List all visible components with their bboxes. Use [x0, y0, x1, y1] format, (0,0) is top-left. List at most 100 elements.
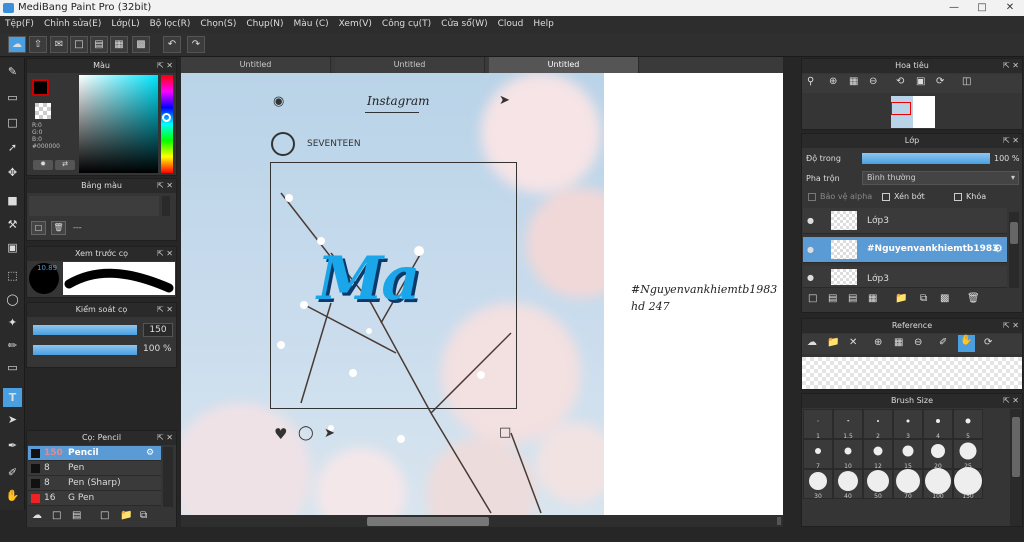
menu-cloud[interactable]: Cloud [498, 19, 524, 29]
palette-area[interactable] [29, 196, 159, 216]
layer-scrollbar[interactable] [1009, 212, 1019, 288]
brush-size-cell[interactable]: 5 [953, 409, 983, 440]
lasso-icon[interactable]: ◯ [3, 290, 22, 309]
panel-close-icon[interactable]: ⇱ ✕ [1003, 319, 1019, 333]
zoom-fit-icon[interactable]: ⚲ [807, 76, 814, 87]
reference-image-area[interactable] [802, 357, 1022, 389]
delete-palette-icon[interactable]: 🗑 [51, 221, 66, 235]
view-rectangle[interactable] [891, 102, 911, 115]
magic-wand-icon[interactable]: ✦ [3, 313, 22, 332]
brush-menu-icon[interactable]: ▤ [72, 510, 81, 521]
tab-untitled-1[interactable]: Untitled [181, 57, 331, 73]
minimize-icon[interactable]: — [940, 0, 968, 16]
brush-copy-icon[interactable]: □ [100, 510, 109, 521]
panel-close-icon[interactable]: ⇱ ✕ [157, 303, 173, 317]
zoom-in-icon[interactable]: ⊕ [874, 337, 882, 348]
redo-icon[interactable]: ↷ [187, 36, 205, 53]
gear-icon[interactable]: ⚙ [146, 446, 154, 461]
eye-icon[interactable]: ● [807, 245, 814, 254]
zoom-in-icon[interactable]: ⊕ [829, 76, 837, 87]
brush-item-pen[interactable]: 8 Pen [28, 461, 161, 476]
brush-opacity-slider[interactable] [33, 345, 137, 355]
brush-size-cell[interactable]: 20 [923, 439, 953, 470]
lock-checkbox[interactable] [954, 193, 962, 201]
brush-size-slider[interactable] [33, 325, 137, 335]
hue-handle[interactable] [162, 113, 171, 122]
brush-size-cell[interactable]: 25 [953, 439, 983, 470]
menu-edit[interactable]: Chỉnh sửa(E) [44, 19, 101, 29]
merge-layer-icon[interactable]: ▩ [940, 293, 949, 304]
brush-size-cell[interactable]: 70 [893, 468, 923, 500]
layer-row-selected[interactable]: ● #Nguyenvankhiemtb1983 ⚙ [803, 237, 1007, 263]
layer-row[interactable]: ● Lớp3 [803, 208, 1007, 234]
menu-help[interactable]: Help [533, 19, 554, 29]
color-swap-icon[interactable]: ⇄ [55, 160, 75, 170]
document-icon[interactable]: ▤ [90, 36, 108, 53]
brush-size-cell[interactable]: 40 [833, 469, 863, 500]
scroll-thumb[interactable] [367, 517, 489, 526]
undo-icon[interactable]: ↶ [163, 36, 181, 53]
select-eraser-icon[interactable]: ▭ [3, 358, 22, 377]
grid-icon[interactable]: ▦ [110, 36, 128, 53]
clip-checkbox[interactable] [882, 193, 890, 201]
brush-size-cell[interactable]: 12 [863, 439, 893, 470]
rotate-icon[interactable]: ⟳ [984, 337, 992, 348]
new-halftone-layer-icon[interactable]: ▤ [828, 293, 837, 304]
maximize-icon[interactable]: □ [968, 0, 996, 16]
layer-row[interactable]: ● Lớp3 [803, 266, 1007, 288]
blend-mode-select[interactable]: Bình thường ▾ [862, 171, 1019, 185]
background-color-swatch[interactable] [35, 103, 51, 119]
eye-icon[interactable]: ● [807, 273, 814, 282]
brush-size-cell[interactable]: 50 [863, 469, 893, 500]
cloud-icon[interactable]: ☁ [8, 36, 26, 53]
move-tool-icon[interactable]: ✥ [3, 163, 22, 182]
hue-slider[interactable] [161, 75, 173, 173]
menu-tools[interactable]: Công cụ(T) [382, 19, 431, 29]
new-brush-icon[interactable]: □ [52, 510, 61, 521]
panel-close-icon[interactable]: ⇱ ✕ [157, 247, 173, 261]
new-file-icon[interactable]: □ [70, 36, 88, 53]
menu-select[interactable]: Chọn(S) [200, 19, 236, 29]
protect-alpha-checkbox[interactable] [808, 193, 816, 201]
brush-list-scrollbar[interactable] [163, 447, 173, 507]
brush-size-cell[interactable]: 7 [803, 439, 833, 470]
folder-icon[interactable]: 📁 [120, 510, 132, 521]
zoom-out-icon[interactable]: ⊖ [869, 76, 877, 87]
scroll-arrow[interactable] [777, 517, 781, 525]
brush-item-pen-sharp[interactable]: 8 Pen (Sharp) [28, 476, 161, 491]
horizontal-scrollbar[interactable] [181, 515, 783, 527]
panel-close-icon[interactable]: ⇱ ✕ [1003, 134, 1019, 148]
delete-layer-icon[interactable]: 🗑 [967, 293, 980, 304]
rotate-right-icon[interactable]: ⟳ [936, 76, 944, 87]
menu-color[interactable]: Màu (C) [294, 19, 329, 29]
foreground-color-swatch[interactable] [32, 79, 49, 96]
open-reference-icon[interactable]: 📁 [827, 337, 839, 348]
brush-size-scrollbar[interactable] [1010, 409, 1022, 526]
layers-icon[interactable]: ▩ [132, 36, 150, 53]
divide-tool-icon[interactable]: ✒ [3, 436, 22, 455]
brush-size-cell[interactable]: 100 [923, 467, 953, 500]
brush-size-cell[interactable]: 2 [863, 409, 893, 440]
cloud-download-icon[interactable]: ☁ [807, 337, 817, 348]
brush-size-cell[interactable]: 10 [833, 439, 863, 470]
zoom-actual-icon[interactable]: ▦ [849, 76, 858, 87]
tab-untitled-3[interactable]: Untitled [489, 57, 639, 73]
new-palette-icon[interactable]: □ [31, 221, 46, 235]
brush-size-cell[interactable]: 150 [953, 466, 983, 500]
upload-icon[interactable]: ⇧ [29, 36, 47, 53]
layer-opacity-slider[interactable] [862, 153, 990, 164]
brush-item-g-pen[interactable]: 16 G Pen [28, 491, 161, 506]
brush-size-cell[interactable]: 1 [803, 409, 833, 440]
fill-tool-icon[interactable]: ⚒ [3, 215, 22, 234]
zoom-out-icon[interactable]: ⊖ [914, 337, 922, 348]
brush-size-cell[interactable]: 30 [803, 469, 833, 500]
eraser-tool-icon[interactable]: ▭ [3, 88, 22, 107]
menu-view[interactable]: Xem(V) [339, 19, 372, 29]
panel-close-icon[interactable]: ⇱ ✕ [1003, 59, 1019, 73]
select-rect-icon[interactable]: ⬚ [3, 266, 22, 285]
folder-icon[interactable]: 📁 [895, 293, 907, 304]
comment-icon[interactable]: ✉ [50, 36, 68, 53]
eyedropper-icon[interactable]: ✐ [3, 463, 22, 482]
hand-tool-icon[interactable]: ✋ [3, 486, 22, 505]
brush-size-cell[interactable]: 3 [893, 409, 923, 440]
